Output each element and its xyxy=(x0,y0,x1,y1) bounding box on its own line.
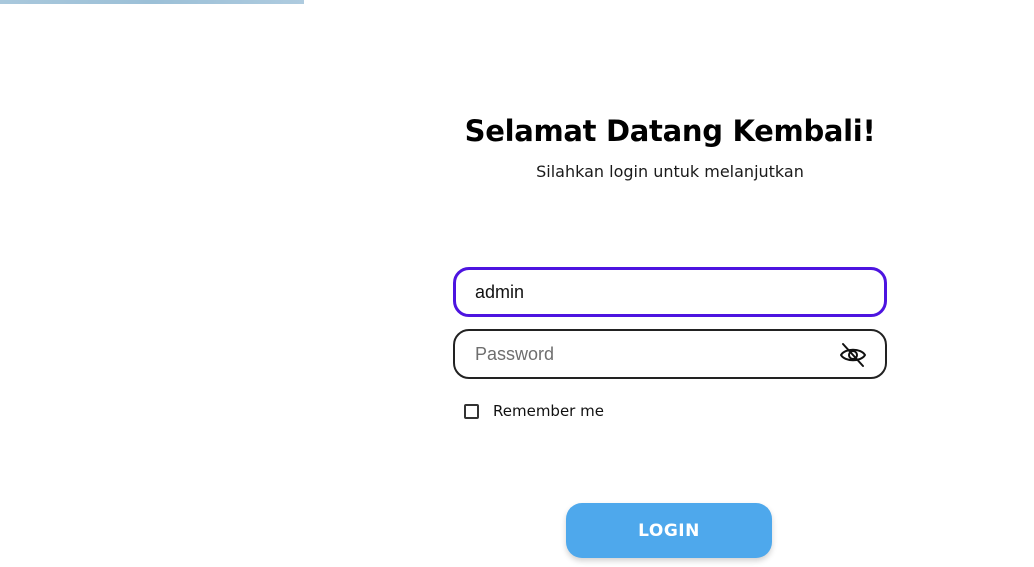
username-field-wrapper xyxy=(453,267,887,317)
login-button[interactable]: LOGIN xyxy=(566,503,772,558)
eye-off-icon[interactable] xyxy=(839,342,867,368)
password-input[interactable] xyxy=(475,331,825,377)
username-input[interactable] xyxy=(475,270,825,314)
background-image-strip xyxy=(0,0,304,4)
remember-me-row: Remember me xyxy=(464,402,604,420)
remember-me-checkbox[interactable] xyxy=(464,403,479,419)
password-field-wrapper xyxy=(453,329,887,379)
page-title: Selamat Datang Kembali! xyxy=(464,114,876,148)
remember-me-label[interactable]: Remember me xyxy=(493,402,604,420)
login-panel: Selamat Datang Kembali! Silahkan login u… xyxy=(453,0,887,567)
page-subtitle: Silahkan login untuk melanjutkan xyxy=(536,162,804,181)
login-page: Selamat Datang Kembali! Silahkan login u… xyxy=(0,0,1034,567)
